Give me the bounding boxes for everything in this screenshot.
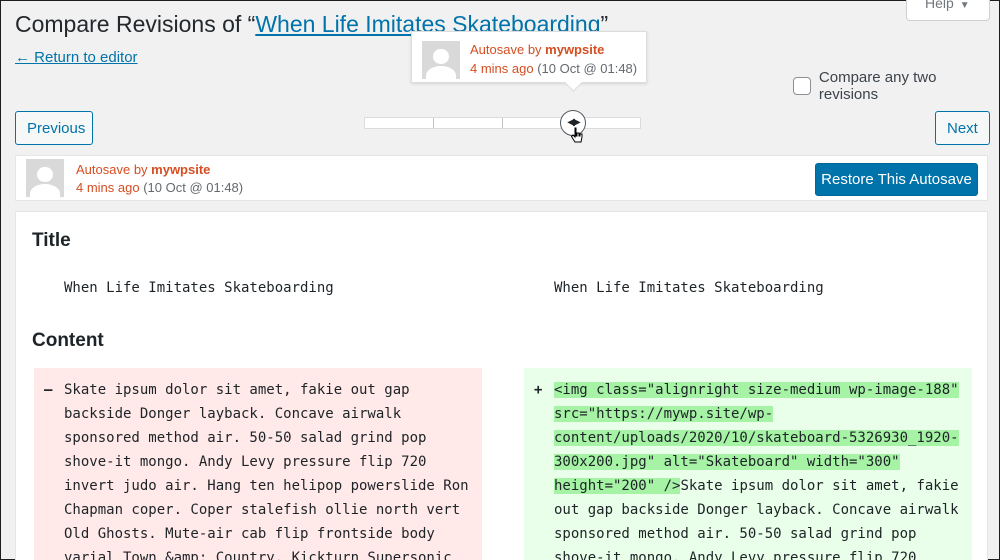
revision-kind: Autosave by xyxy=(76,162,152,177)
return-to-editor-link[interactable]: ← Return to editor xyxy=(15,49,138,66)
added-line: out gap backside Donger layback. Concave… xyxy=(554,502,959,518)
revision-date: (10 Oct @ 01:48) xyxy=(139,180,244,195)
added-text: Skate ipsum dolor sit amet, fakie xyxy=(680,478,959,494)
revision-date-line: 4 mins ago (10 Oct @ 01:48) xyxy=(76,180,243,195)
revision-tooltip: Autosave by mywpsite 4 mins ago (10 Oct … xyxy=(411,31,647,83)
tooltip-date: (10 Oct @ 01:48) xyxy=(533,61,638,76)
removed-line: varial Town &amp; Country. Kickturn Supe… xyxy=(64,550,452,560)
content-section-heading: Content xyxy=(32,330,104,351)
added-line: height="200" />Skate ipsum dolor sit ame… xyxy=(554,474,966,498)
removed-line: Chapman coper. Coper stalefish ollie nor… xyxy=(64,502,461,518)
plus-icon: + xyxy=(534,382,543,398)
removed-line: invert judo air. Hang ten helipop powers… xyxy=(64,478,469,494)
added-highlight: src="https://mywp.site/wp- xyxy=(554,406,774,422)
slider-tick xyxy=(433,118,434,128)
added-line: src="https://mywp.site/wp- xyxy=(554,402,966,426)
revision-author-line: Autosave by mywpsite xyxy=(76,162,210,177)
added-line: shove-it mongo. Andy Levy pressure flip … xyxy=(554,550,917,560)
restore-autosave-button[interactable]: Restore This Autosave xyxy=(815,163,978,196)
compare-any-two-label: Compare any two revisions xyxy=(818,69,937,103)
diff-panel: Title When Life Imitates Skateboarding W… xyxy=(15,211,988,560)
added-line: sponsored method air. 50-50 salad grind … xyxy=(554,526,917,542)
compare-any-two-checkbox[interactable] xyxy=(793,77,811,95)
added-highlight: <img class="alignright size-medium wp-im… xyxy=(554,382,959,398)
removed-content-block: – Skate ipsum dolor sit amet, fakie out … xyxy=(34,368,482,560)
title-section-heading: Title xyxy=(32,230,71,251)
caret-down-icon: ▼ xyxy=(959,0,970,11)
title-right-value: When Life Imitates Skateboarding xyxy=(554,280,824,296)
added-highlight: height="200" /> xyxy=(554,478,681,494)
added-highlight: content/uploads/2020/10/skateboard-53269… xyxy=(554,430,959,446)
help-tab[interactable]: Help ▼ xyxy=(906,0,990,21)
help-label: Help xyxy=(925,0,954,11)
page-title-prefix: Compare Revisions of “ xyxy=(15,11,256,37)
added-line: 300x200.jpg" alt="Skateboard" width="300… xyxy=(554,450,966,474)
revisions-slider[interactable] xyxy=(364,117,641,129)
slider-tick xyxy=(502,118,503,128)
minus-icon: – xyxy=(44,382,53,398)
added-line: content/uploads/2020/10/skateboard-53269… xyxy=(554,426,966,450)
avatar xyxy=(26,159,64,197)
removed-line: Old Ghosts. Mute-air cab flip frontside … xyxy=(64,526,435,542)
removed-line: Skate ipsum dolor sit amet, fakie out ga… xyxy=(64,382,410,398)
previous-button[interactable]: Previous xyxy=(15,111,93,145)
tooltip-kind: Autosave by xyxy=(470,42,546,57)
next-button[interactable]: Next xyxy=(935,111,990,145)
tooltip-author: mywpsite xyxy=(545,42,605,57)
hand-cursor-icon xyxy=(571,127,583,143)
revision-meta-bar: Autosave by mywpsite 4 mins ago (10 Oct … xyxy=(15,155,988,201)
added-line: <img class="alignright size-medium wp-im… xyxy=(554,378,966,402)
removed-line: sponsored method air. 50-50 salad grind … xyxy=(64,430,427,446)
added-content-block: + <img class="alignright size-medium wp-… xyxy=(524,368,972,560)
tooltip-relative-time: 4 mins ago xyxy=(470,61,534,76)
avatar xyxy=(422,41,460,79)
revision-relative-time: 4 mins ago xyxy=(76,180,140,195)
revision-author: mywpsite xyxy=(151,162,211,177)
removed-line: backside Donger layback. Concave airwalk xyxy=(64,406,402,422)
title-left-value: When Life Imitates Skateboarding xyxy=(64,280,334,296)
removed-line: shove-it mongo. Andy Levy pressure flip … xyxy=(64,454,427,470)
compare-any-two-toggle[interactable]: Compare any two revisions xyxy=(793,69,999,103)
tooltip-date-line: 4 mins ago (10 Oct @ 01:48) xyxy=(470,61,637,76)
tooltip-author-line: Autosave by mywpsite xyxy=(470,42,604,57)
added-highlight: 300x200.jpg" alt="Skateboard" width="300… xyxy=(554,454,900,470)
